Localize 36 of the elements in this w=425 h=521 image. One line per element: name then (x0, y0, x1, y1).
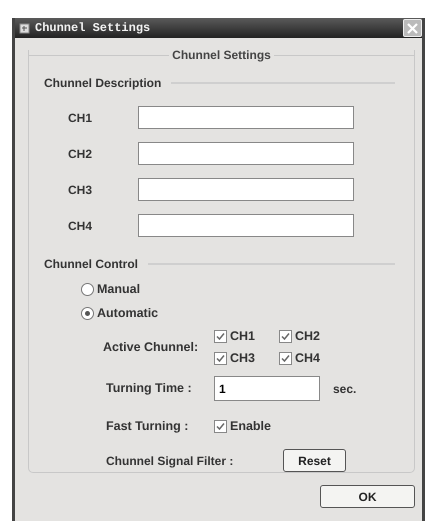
reset-button[interactable]: Reset (283, 449, 346, 472)
checkbox[interactable] (214, 420, 227, 432)
checkbox[interactable] (279, 352, 292, 364)
field-label: Chunnel Signal Filter : (106, 452, 234, 470)
channel-label: CH2 (68, 146, 94, 162)
text-input-field[interactable] (138, 178, 354, 201)
close-icon (407, 22, 418, 34)
radio-button[interactable] (81, 306, 94, 320)
group-title: Chunnel Settings (171, 47, 272, 64)
checkbox-label: Enable (230, 418, 271, 435)
text-input-field[interactable] (138, 106, 354, 129)
channel-label: CH1 (68, 110, 94, 126)
app-icon (19, 22, 31, 34)
radio-button[interactable] (81, 282, 94, 296)
section-heading: Chunnel Description (44, 75, 162, 92)
checkbox-label: CH3 (230, 350, 256, 367)
checkbox-label: CH4 (295, 350, 320, 367)
checkbox-label: CH2 (295, 328, 320, 345)
checkbox-label: CH1 (230, 328, 256, 345)
checkbox[interactable] (279, 330, 292, 342)
unit-label: sec. (333, 380, 356, 398)
radio-label: Automatic (97, 304, 158, 322)
window-title: Chunnel Settings (35, 20, 150, 37)
text-input-field[interactable] (138, 214, 354, 237)
field-label: Turning Time : (106, 380, 193, 398)
checkbox[interactable] (214, 330, 227, 342)
channel-label: CH3 (68, 182, 94, 198)
field-label: Active Chunnel: (103, 338, 200, 356)
field-label: Fast Turning : (106, 418, 190, 435)
radio-label: Manual (97, 280, 140, 298)
time-input-field[interactable]: 1 (214, 376, 320, 401)
checkbox[interactable] (214, 352, 227, 364)
text-input-field[interactable] (138, 142, 354, 165)
channel-label: CH4 (68, 218, 94, 234)
ok-button[interactable]: OK (320, 485, 415, 508)
section-heading: Chunnel Control (44, 256, 138, 273)
